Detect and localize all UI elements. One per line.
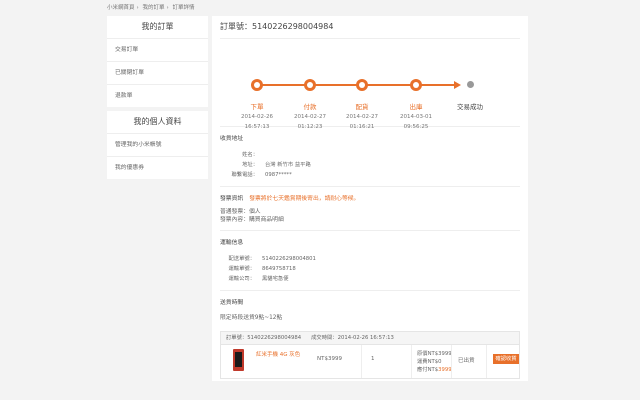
step-dot-icon [251,79,263,91]
order-items-deal-time: 成交時間：2014-02-26 16:57:13 [311,335,394,341]
sidebar-item-coupons[interactable]: 我的優惠券 [107,156,208,179]
carrier-value: 黑貓宅急便 [262,276,289,282]
column-divider [451,345,452,378]
shipping-address-row: 地址： 台灣 新竹市 益平路 [220,160,520,170]
step-date: 2014-02-26 [241,114,273,120]
sidebar-item-closed-orders[interactable]: 已關閉訂單 [107,61,208,84]
order-items-order-no: 訂單號：5140226298004984 [226,335,302,341]
order-progress: 下單 2014-02-26 16:57:13 付款 2014-02-27 01:… [220,39,520,130]
invoice-header: 發票資訊 發票將於七天鑑賞期後寄出，請耐心等候。 [220,193,520,202]
shipping-address-value: 台灣 新竹市 益平路 [265,162,311,168]
sidebar: 我的訂單 交易訂單 已關閉訂單 退款單 我的個人資料 管理我的小米帳號 我的優惠… [107,16,208,183]
step-dot-icon [410,79,422,91]
progress-step-dispatch: 出庫 2014-03-01 09:56:25 [391,79,441,131]
column-divider [361,345,362,378]
amount-payable: 應付NT$3999 [417,366,452,374]
sidebar-orders-block: 我的訂單 交易訂單 已關閉訂單 退款單 [107,16,208,107]
order-status: 已出貨 [458,358,475,364]
shipping-address-section: 收貨地址 姓名： 地址： 台灣 新竹市 益平路 聯繫電話： 0987***** [220,127,520,187]
sidebar-item-trade-orders[interactable]: 交易訂單 [107,38,208,61]
breadcrumb: 小米網首頁 › 我的訂單 › 訂單詳情 [107,5,195,11]
shipping-address-label: 地址： [242,162,258,168]
step-date: 2014-02-27 [346,114,378,120]
delivery-tracking-row: 運輸單號： 8649758718 [220,264,520,274]
order-number-title: 訂單號：5140226298004984 [220,16,520,39]
delivery-info-title: 運輸信息 [220,240,244,246]
step-label: 交易成功 [457,103,483,111]
invoice-type: 普通發票：個人 [220,209,261,215]
step-pending-dot-icon [466,81,474,88]
tracking-value: 8649758718 [262,266,296,272]
step-date: 2014-02-27 [294,114,326,120]
ship-no-value: 5140226298004801 [262,256,316,262]
delivery-time-section: 送貨時間 限定時段送貨9點~12點 [220,291,520,328]
step-time: 01:12:23 [297,124,323,130]
shipping-name-label: 姓名： [242,152,258,158]
confirm-receipt-button[interactable]: 確認收貨 [493,354,519,364]
order-amounts: 原價NT$3999 運費NT$0 應付NT$3999 [417,350,452,374]
shipping-name-row: 姓名： [220,150,520,160]
sidebar-profile-block: 我的個人資料 管理我的小米帳號 我的優惠券 [107,111,208,179]
delivery-ship-no-row: 配送單號： 5140226298004801 [220,254,520,264]
shipping-phone-value: 0987***** [265,172,292,178]
step-label: 付款 [303,103,317,111]
step-time: 01:16:21 [349,124,375,130]
carrier-label: 運輸公司： [228,276,256,282]
invoice-note: 發票將於七天鑑賞期後寄出，請耐心等候。 [249,196,360,202]
product-thumbnail[interactable] [233,349,244,371]
step-time: 16:57:13 [244,124,270,130]
invoice-section: 發票資訊 發票將於七天鑑賞期後寄出，請耐心等候。 普通發票：個人 發票內容：購買商… [220,187,520,231]
original-price: 原價NT$3999 [417,351,452,357]
shipping-fee: 運費NT$0 [417,359,442,365]
progress-step-allocation: 配貨 2014-02-27 01:16:21 [337,79,387,131]
amount-payable-value: 3999 [438,367,452,373]
progress-step-complete: 交易成功 [445,79,495,111]
sidebar-item-manage-account[interactable]: 管理我的小米帳號 [107,133,208,156]
delivery-carrier-row: 運輸公司： 黑貓宅急便 [220,274,520,284]
ship-no-label: 配送單號： [228,256,256,262]
step-date: 2014-03-01 [400,114,432,120]
tracking-label: 運輸單號： [228,266,256,272]
order-items-header: 訂單號：5140226298004984 成交時間：2014-02-26 16:5… [221,332,519,345]
step-dot-icon [304,79,316,91]
product-price: NT$3999 [317,356,342,362]
breadcrumb-current: 訂單詳情 [172,5,195,11]
order-items-table: 訂單號：5140226298004984 成交時間：2014-02-26 16:5… [220,331,520,379]
column-divider [411,345,412,378]
step-label: 出庫 [409,103,423,111]
delivery-info-section: 運輸信息 配送單號： 5140226298004801 運輸單號： 86497587… [220,231,520,291]
delivery-time-title: 送貨時間 [220,300,244,306]
product-quantity: 1 [371,356,375,362]
sidebar-item-refunds[interactable]: 退款單 [107,84,208,107]
table-row: 紅米手機 4G 灰色 NT$3999 1 原價NT$3999 運費NT$0 應付… [221,345,519,378]
delivery-time-value: 限定時段送貨9點~12點 [220,315,283,321]
sidebar-orders-header: 我的訂單 [141,22,174,31]
breadcrumb-home[interactable]: 小米網首頁 [107,5,135,11]
step-dot-icon [356,79,368,91]
order-detail-panel: 訂單號：5140226298004984 下單 2014-02-26 16:57… [212,16,528,381]
invoice-title: 發票資訊 [220,196,244,202]
invoice-content: 發票內容：購買商品明細 [220,217,284,223]
progress-step-order: 下單 2014-02-26 16:57:13 [232,79,282,131]
progress-step-payment: 付款 2014-02-27 01:12:23 [285,79,335,131]
step-label: 下單 [250,103,264,111]
shipping-phone-label: 聯繫電話： [231,172,259,178]
product-name-link[interactable]: 紅米手機 4G 灰色 [256,350,300,358]
step-time: 09:56:25 [403,124,429,130]
amount-payable-label: 應付NT$ [417,367,439,373]
sidebar-profile-header: 我的個人資料 [133,117,182,126]
shipping-phone-row: 聯繫電話： 0987***** [220,170,520,180]
column-divider [486,345,487,378]
breadcrumb-orders[interactable]: 我的訂單 [142,5,164,11]
step-label: 配貨 [355,103,369,111]
shipping-address-title: 收貨地址 [220,136,244,142]
